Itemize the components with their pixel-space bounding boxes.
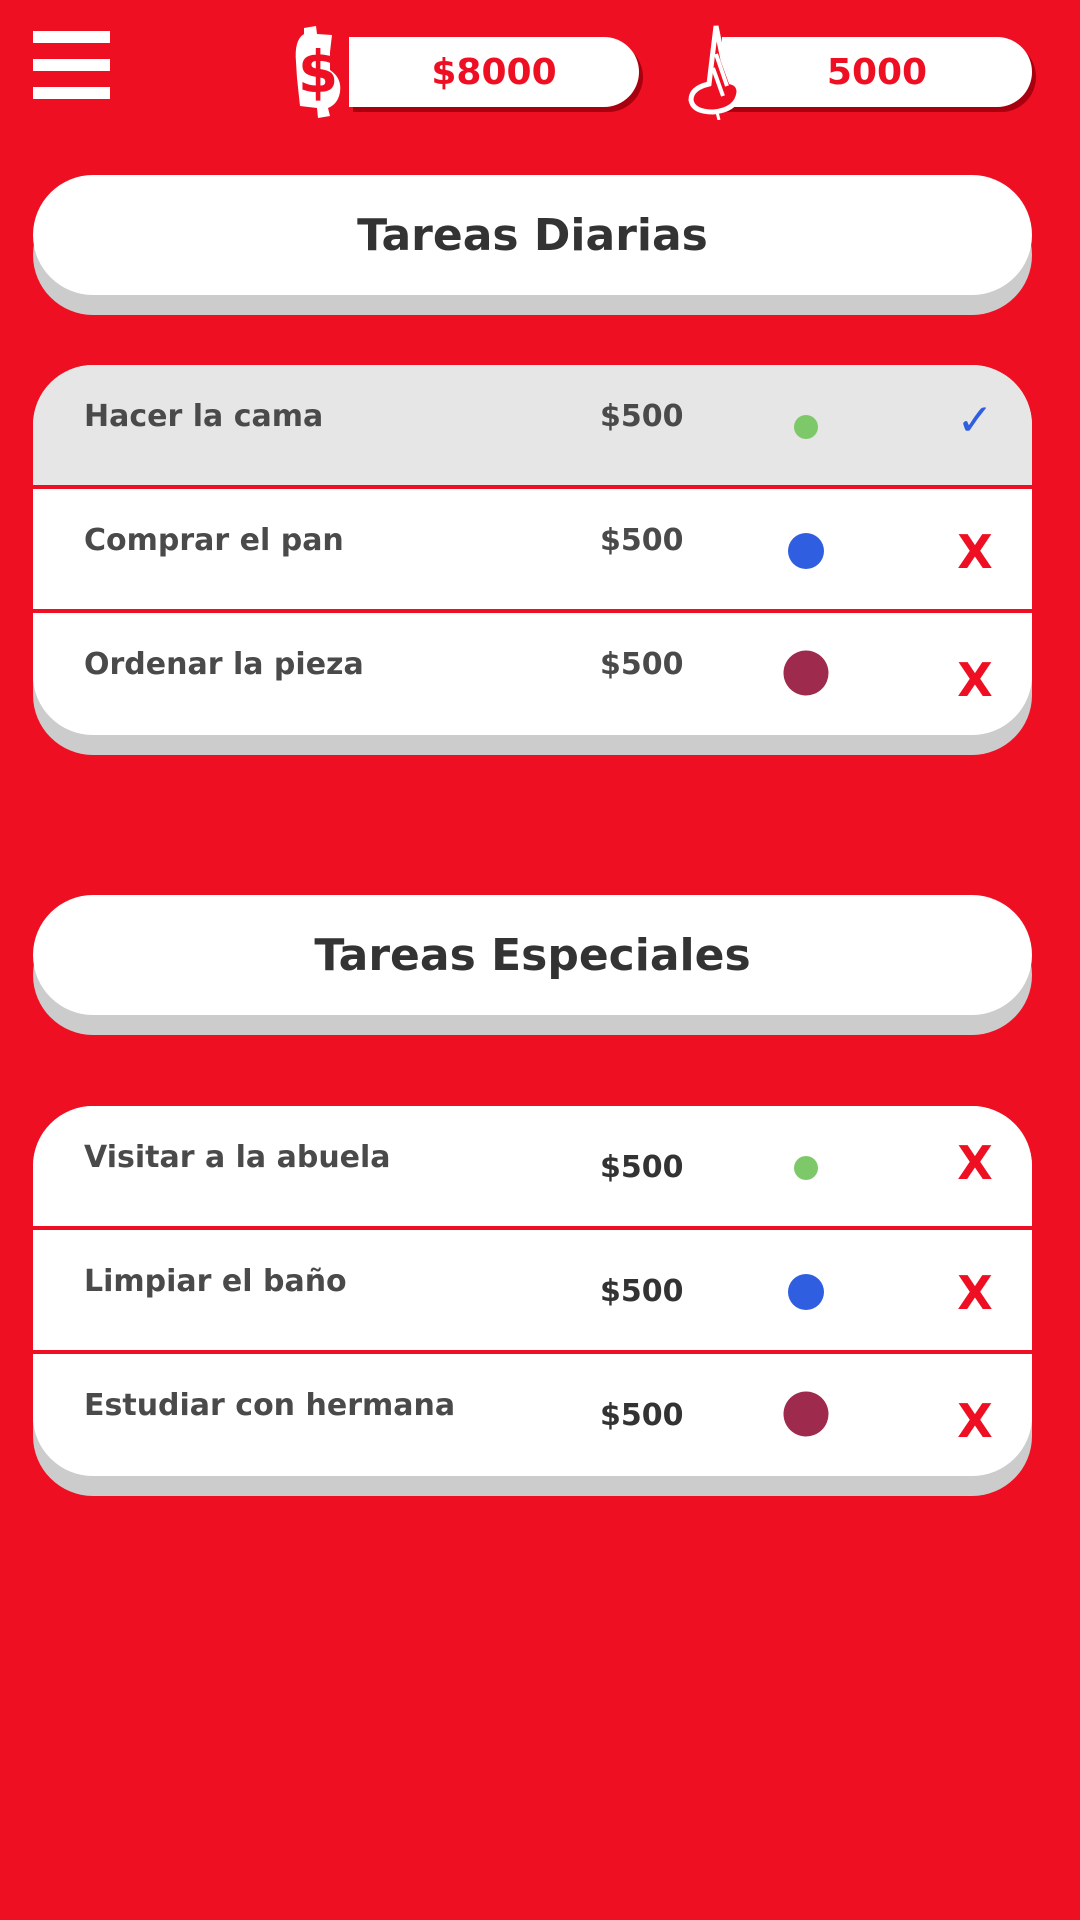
task-name: Estudiar con hermana (84, 1388, 456, 1423)
special-tasks-list: Visitar a la abuela $500 X Limpiar el ba… (33, 1106, 1032, 1476)
incomplete-x-icon[interactable]: X (945, 1266, 1005, 1320)
task-price: $500 (600, 647, 684, 682)
dollar-icon: $ (295, 26, 341, 118)
task-name: Ordenar la pieza (84, 647, 364, 682)
task-row[interactable]: Ordenar la pieza $500 X (33, 613, 1032, 733)
menu-bar (33, 87, 110, 99)
section-title: Tareas Diarias (357, 209, 708, 261)
difficulty-dot-small (794, 415, 818, 439)
points-balance: 5000 (722, 37, 1032, 107)
check-icon[interactable]: ✓ (945, 395, 1005, 446)
task-row[interactable]: Comprar el pan $500 X (33, 489, 1032, 609)
daily-tasks-header: Tareas Diarias (33, 175, 1032, 295)
task-price: $500 (600, 399, 684, 434)
daily-tasks-list: Hacer la cama $500 ✓ Comprar el pan $500… (33, 365, 1032, 735)
task-row[interactable]: Visitar a la abuela $500 X (33, 1106, 1032, 1226)
task-price: $500 (600, 523, 684, 558)
menu-bar (33, 31, 110, 43)
incomplete-x-icon[interactable]: X (945, 1136, 1005, 1190)
difficulty-dot-large (783, 650, 829, 696)
svg-text:$: $ (298, 38, 338, 106)
difficulty-dot-large (783, 1391, 829, 1437)
task-name: Comprar el pan (84, 523, 344, 558)
incomplete-x-icon[interactable]: X (945, 525, 1005, 579)
task-price: $500 (600, 1398, 684, 1433)
incomplete-x-icon[interactable]: X (945, 653, 1005, 707)
difficulty-dot-small (794, 1156, 818, 1180)
difficulty-dot-medium (788, 533, 824, 569)
task-row[interactable]: Hacer la cama $500 ✓ (33, 365, 1032, 485)
flame-icon (688, 25, 742, 120)
menu-bar (33, 59, 110, 71)
difficulty-dot-medium (788, 1274, 824, 1310)
section-title: Tareas Especiales (314, 929, 751, 981)
task-price: $500 (600, 1274, 684, 1309)
points-value: 5000 (826, 51, 928, 93)
money-balance: $8000 (349, 37, 639, 107)
hamburger-menu-icon[interactable] (33, 31, 110, 99)
incomplete-x-icon[interactable]: X (945, 1394, 1005, 1448)
task-row[interactable]: Limpiar el baño $500 X (33, 1230, 1032, 1350)
task-name: Visitar a la abuela (84, 1140, 391, 1175)
task-price: $500 (600, 1150, 684, 1185)
task-row[interactable]: Estudiar con hermana $500 X (33, 1354, 1032, 1474)
special-tasks-header: Tareas Especiales (33, 895, 1032, 1015)
task-name: Limpiar el baño (84, 1264, 347, 1299)
task-name: Hacer la cama (84, 399, 324, 434)
money-value: $8000 (431, 51, 557, 93)
